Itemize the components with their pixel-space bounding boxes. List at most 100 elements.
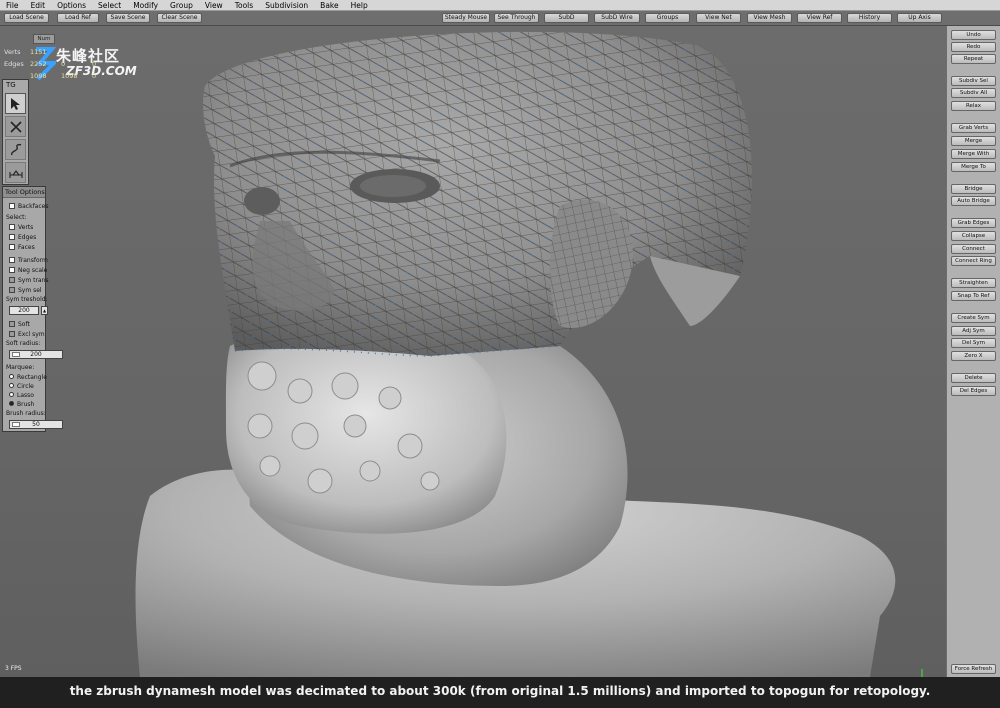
collapse-button[interactable]: Collapse bbox=[951, 231, 996, 241]
menu-options[interactable]: Options bbox=[57, 1, 86, 10]
straighten-button[interactable]: Straighten bbox=[951, 278, 996, 288]
redo-button[interactable]: Redo bbox=[951, 42, 996, 52]
menu-select[interactable]: Select bbox=[98, 1, 121, 10]
neg-scale-checkbox[interactable]: Neg scale bbox=[9, 266, 47, 275]
grab-verts-button[interactable]: Grab Verts bbox=[951, 123, 996, 133]
lasso-label: Lasso bbox=[17, 392, 34, 399]
checkbox-icon bbox=[9, 277, 15, 283]
menu-tools[interactable]: Tools bbox=[235, 1, 253, 10]
measure-tool-button[interactable] bbox=[5, 162, 26, 183]
load-scene-button[interactable]: Load Scene bbox=[4, 13, 49, 23]
tg-title: TG bbox=[6, 81, 16, 89]
tool-options-panel: Tool Options Backfaces Select: Verts Edg… bbox=[2, 186, 63, 432]
del-edges-button[interactable]: Del Edges bbox=[951, 386, 996, 396]
see-through-button[interactable]: See Through bbox=[494, 13, 539, 23]
undo-button[interactable]: Undo bbox=[951, 30, 996, 40]
soft-checkbox[interactable]: Soft bbox=[9, 320, 30, 329]
transform-checkbox[interactable]: Transform bbox=[9, 256, 48, 265]
menu-bake[interactable]: Bake bbox=[320, 1, 338, 10]
radio-icon bbox=[9, 374, 14, 379]
verts-option-label: Verts bbox=[18, 224, 34, 231]
fps-counter: 3 FPS bbox=[5, 665, 22, 672]
adj-sym-button[interactable]: Adj Sym bbox=[951, 326, 996, 336]
select-tool-button[interactable] bbox=[5, 93, 26, 114]
slider-knob[interactable] bbox=[12, 422, 20, 427]
move-tool-button[interactable] bbox=[5, 116, 26, 137]
groups-button[interactable]: Groups bbox=[645, 13, 690, 23]
repeat-button[interactable]: Repeat bbox=[951, 54, 996, 64]
measure-tool-icon bbox=[8, 169, 23, 178]
subdiv-sel-button[interactable]: Subdiv Sel bbox=[951, 76, 996, 86]
circle-radio[interactable]: Circle bbox=[9, 382, 34, 391]
marquee-label: Marquee: bbox=[6, 364, 35, 371]
edges-option-label: Edges bbox=[18, 234, 37, 241]
delete-button[interactable]: Delete bbox=[951, 373, 996, 383]
view-net-button[interactable]: View Net bbox=[696, 13, 741, 23]
sym-threshold-label: Sym treshold: bbox=[6, 296, 48, 303]
sym-sel-checkbox[interactable]: Sym sel bbox=[9, 286, 42, 295]
faces-checkbox[interactable]: Faces bbox=[9, 243, 35, 252]
create-sym-button[interactable]: Create Sym bbox=[951, 313, 996, 323]
save-scene-button[interactable]: Save Scene bbox=[106, 13, 150, 23]
neg-scale-label: Neg scale bbox=[18, 267, 48, 274]
menu-group[interactable]: Group bbox=[170, 1, 193, 10]
up-axis-button[interactable]: Up Axis bbox=[897, 13, 942, 23]
soft-radius-value: 200 bbox=[30, 351, 42, 358]
subd-button[interactable]: SubD bbox=[544, 13, 589, 23]
menu-modify[interactable]: Modify bbox=[133, 1, 158, 10]
excl-sym-label: Excl sym bbox=[18, 331, 45, 338]
sym-threshold-spinner[interactable]: ▲ bbox=[41, 306, 48, 315]
subd-wire-button[interactable]: SubD Wire bbox=[594, 13, 640, 23]
subdiv-all-button[interactable]: Subdiv All bbox=[951, 88, 996, 98]
checkbox-icon bbox=[9, 287, 15, 293]
faces-value-3: 0 bbox=[92, 72, 97, 80]
merge-to-button[interactable]: Merge To bbox=[951, 162, 996, 172]
draw-tool-button[interactable] bbox=[5, 139, 26, 160]
checkbox-icon bbox=[9, 203, 15, 209]
view-ref-button[interactable]: View Ref bbox=[797, 13, 842, 23]
load-ref-button[interactable]: Load Ref bbox=[57, 13, 99, 23]
slider-knob[interactable] bbox=[12, 352, 20, 357]
relax-button[interactable]: Relax bbox=[951, 101, 996, 111]
checkbox-icon bbox=[9, 224, 15, 230]
zero-x-button[interactable]: Zero X bbox=[951, 351, 996, 361]
menu-help[interactable]: Help bbox=[351, 1, 368, 10]
auto-bridge-button[interactable]: Auto Bridge bbox=[951, 196, 996, 206]
brush-radius-slider[interactable]: 50 bbox=[9, 420, 63, 429]
history-button[interactable]: History bbox=[847, 13, 892, 23]
sym-threshold-input[interactable]: 200 bbox=[9, 306, 39, 315]
3d-viewport[interactable]: 朱峰社区 ZF3D.COM Num Verts 1151 Edges 2252 … bbox=[0, 26, 946, 677]
view-mesh-button[interactable]: View Mesh bbox=[747, 13, 792, 23]
connect-button[interactable]: Connect bbox=[951, 244, 996, 254]
menu-file[interactable]: File bbox=[6, 1, 19, 10]
edges-label: Edges bbox=[4, 60, 24, 68]
axis-gizmo-icon bbox=[921, 669, 923, 677]
brush-radio[interactable]: Brush bbox=[9, 400, 34, 409]
excl-sym-checkbox[interactable]: Excl sym bbox=[9, 330, 45, 339]
force-refresh-button[interactable]: Force Refresh bbox=[951, 664, 996, 674]
verts-value: 1151 bbox=[30, 48, 47, 56]
menu-edit[interactable]: Edit bbox=[31, 1, 46, 10]
merge-button[interactable]: Merge bbox=[951, 136, 996, 146]
verts-checkbox[interactable]: Verts bbox=[9, 223, 33, 232]
merge-with-button[interactable]: Merge With bbox=[951, 149, 996, 159]
backfaces-checkbox[interactable]: Backfaces bbox=[9, 202, 48, 211]
clear-scene-button[interactable]: Clear Scene bbox=[157, 13, 202, 23]
sym-trans-checkbox[interactable]: Sym trans bbox=[9, 276, 49, 285]
del-sym-button[interactable]: Del Sym bbox=[951, 338, 996, 348]
soft-radius-slider[interactable]: 200 bbox=[9, 350, 63, 359]
bridge-button[interactable]: Bridge bbox=[951, 184, 996, 194]
edges-checkbox[interactable]: Edges bbox=[9, 233, 36, 242]
brush-radius-value: 50 bbox=[32, 421, 40, 428]
menu-subdivision[interactable]: Subdivision bbox=[265, 1, 308, 10]
steady-mouse-button[interactable]: Steady Mouse bbox=[442, 13, 490, 23]
edges-value-3: 0 bbox=[92, 60, 97, 68]
lasso-radio[interactable]: Lasso bbox=[9, 391, 34, 400]
rectangle-radio[interactable]: Rectangle bbox=[9, 373, 47, 382]
grab-edges-button[interactable]: Grab Edges bbox=[951, 218, 996, 228]
menu-view[interactable]: View bbox=[205, 1, 223, 10]
edges-value-2: 0 bbox=[61, 60, 66, 68]
brush-label: Brush bbox=[17, 401, 35, 408]
connect-ring-button[interactable]: Connect Ring bbox=[951, 256, 996, 266]
snap-to-ref-button[interactable]: Snap To Ref bbox=[951, 291, 996, 301]
